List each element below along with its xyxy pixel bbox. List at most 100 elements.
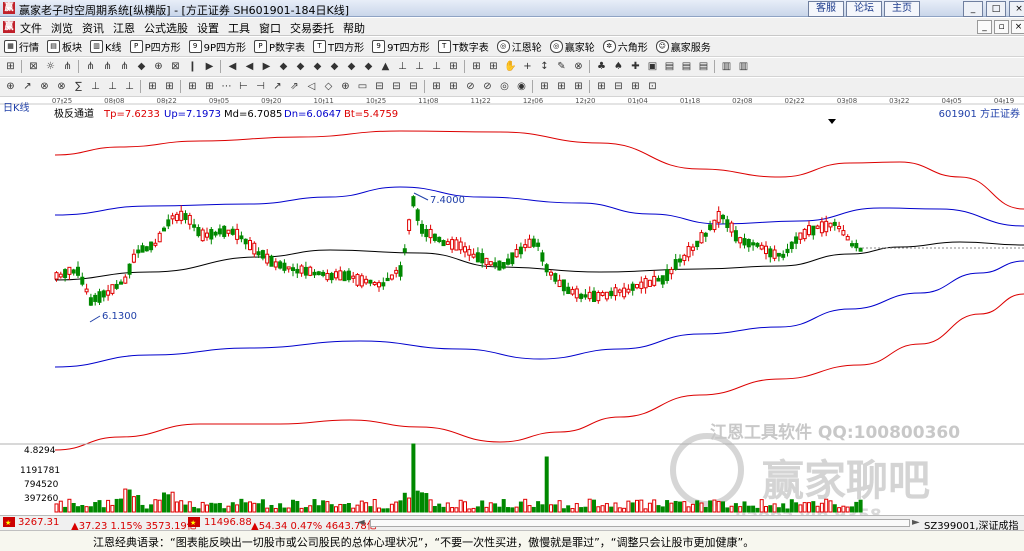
menu-formula[interactable]: 公式选股 [144, 20, 188, 36]
draw-tool-icon[interactable]: ◆ [311, 60, 324, 73]
dropdown-arrow-icon[interactable] [828, 119, 836, 124]
draw-tool-icon[interactable]: ◆ [277, 60, 290, 73]
draw-tool-icon[interactable]: ∑ [72, 80, 85, 93]
draw-tool-icon[interactable]: ✋ [504, 60, 517, 73]
draw-tool-icon[interactable]: ⊟ [373, 80, 386, 93]
ticker-scrollbar[interactable] [370, 519, 910, 527]
scroll-right-icon[interactable]: ► [912, 517, 920, 528]
draw-tool-icon[interactable]: ◀ [243, 60, 256, 73]
draw-tool-icon[interactable]: ⊣ [254, 80, 267, 93]
draw-tool-icon[interactable]: ⊠ [169, 60, 182, 73]
draw-tool-icon[interactable]: ◆ [345, 60, 358, 73]
draw-tool-icon[interactable]: ◀ [226, 60, 239, 73]
draw-tool-icon[interactable]: ❙ [186, 60, 199, 73]
draw-tool-icon[interactable]: ▤ [663, 60, 676, 73]
draw-tool-icon[interactable]: ▭ [356, 80, 369, 93]
kline-chart[interactable]: 江恩工具软件 QQ:100800360 赢家聊吧 jiaoba vip 9358… [0, 97, 1024, 526]
draw-tool-icon[interactable]: ⊞ [146, 80, 159, 93]
draw-tool-icon[interactable]: ↕ [538, 60, 551, 73]
draw-tool-icon[interactable]: ⊞ [447, 80, 460, 93]
draw-tool-icon[interactable]: ⊥ [123, 80, 136, 93]
draw-tool-icon[interactable]: + [521, 60, 534, 73]
scroll-left-icon[interactable]: ◄ [357, 517, 365, 528]
menu-settings[interactable]: 设置 [197, 20, 219, 36]
draw-tool-icon[interactable]: ⊡ [646, 80, 659, 93]
draw-tool-icon[interactable]: ▤ [680, 60, 693, 73]
draw-tool-icon[interactable]: ⊥ [396, 60, 409, 73]
draw-tool-icon[interactable]: ↗ [21, 80, 34, 93]
draw-tool-icon[interactable]: ◎ [498, 80, 511, 93]
draw-tool-icon[interactable]: ⊞ [163, 80, 176, 93]
draw-tool-icon[interactable]: ⊞ [4, 60, 17, 73]
tool-quotes[interactable]: ▦ 行情 [4, 39, 39, 54]
tool-winner-wheel[interactable]: ◎ 赢家轮 [549, 39, 595, 54]
draw-tool-icon[interactable]: ▶ [260, 60, 273, 73]
draw-tool-icon[interactable]: ⊗ [55, 80, 68, 93]
draw-tool-icon[interactable]: ⊥ [89, 80, 102, 93]
draw-tool-icon[interactable]: ⊞ [629, 80, 642, 93]
draw-tool-icon[interactable]: ⊞ [470, 60, 483, 73]
tool-t-square[interactable]: T T四方形 [313, 39, 364, 54]
draw-tool-icon[interactable]: ⊠ [27, 60, 40, 73]
draw-tool-icon[interactable]: ▣ [646, 60, 659, 73]
draw-tool-icon[interactable]: ⊞ [555, 80, 568, 93]
draw-tool-icon[interactable]: ⊕ [4, 80, 17, 93]
draw-tool-icon[interactable]: ☼ [44, 60, 57, 73]
menu-tools[interactable]: 工具 [228, 20, 250, 36]
maximize-icon[interactable]: □ [986, 1, 1006, 17]
tool-gann-wheel[interactable]: ◎ 江恩轮 [496, 39, 542, 54]
draw-tool-icon[interactable]: ⊥ [106, 80, 119, 93]
draw-tool-icon[interactable]: ◆ [294, 60, 307, 73]
draw-tool-icon[interactable]: ⊟ [612, 80, 625, 93]
draw-tool-icon[interactable]: ↗ [271, 80, 284, 93]
draw-tool-icon[interactable]: ⊟ [407, 80, 420, 93]
draw-tool-icon[interactable]: ⋯ [220, 80, 233, 93]
tool-kline[interactable]: ▥ K线 [90, 39, 122, 54]
draw-tool-icon[interactable]: ◉ [515, 80, 528, 93]
draw-tool-icon[interactable]: ♣ [595, 60, 608, 73]
draw-tool-icon[interactable]: ⊞ [487, 60, 500, 73]
tool-p-table[interactable]: P P数字表 [254, 39, 305, 54]
draw-tool-icon[interactable]: ◁ [305, 80, 318, 93]
tool-9p-square[interactable]: 9 9P四方形 [188, 39, 246, 54]
draw-tool-icon[interactable]: ⊞ [572, 80, 585, 93]
tool-p-square[interactable]: P P四方形 [129, 39, 181, 54]
draw-tool-icon[interactable]: ⋔ [61, 60, 74, 73]
tool-hexagon[interactable]: ✲ 六角形 [602, 39, 648, 54]
draw-tool-icon[interactable]: ◆ [328, 60, 341, 73]
menu-help[interactable]: 帮助 [343, 20, 365, 36]
draw-tool-icon[interactable]: ▥ [737, 60, 750, 73]
draw-tool-icon[interactable]: ⋔ [84, 60, 97, 73]
tool-service[interactable]: ☺ 赢家服务 [655, 39, 711, 54]
draw-tool-icon[interactable]: ⊕ [339, 80, 352, 93]
draw-tool-icon[interactable]: ⊞ [430, 80, 443, 93]
draw-tool-icon[interactable]: ✚ [629, 60, 642, 73]
draw-tool-icon[interactable]: ⋔ [118, 60, 131, 73]
tool-9t-square[interactable]: 9 9T四方形 [372, 39, 430, 54]
chart-area[interactable]: 江恩工具软件 QQ:100800360 赢家聊吧 jiaoba vip 9358… [0, 97, 1024, 526]
draw-tool-icon[interactable]: ⊞ [538, 80, 551, 93]
draw-tool-icon[interactable]: ◆ [135, 60, 148, 73]
mdi-restore-icon[interactable]: ▫ [994, 20, 1009, 34]
draw-tool-icon[interactable]: ⊟ [390, 80, 403, 93]
menu-trade[interactable]: 交易委托 [290, 20, 334, 36]
draw-tool-icon[interactable]: ✎ [555, 60, 568, 73]
draw-tool-icon[interactable]: ⋔ [101, 60, 114, 73]
draw-tool-icon[interactable]: ◆ [362, 60, 375, 73]
menu-window[interactable]: 窗口 [259, 20, 281, 36]
draw-tool-icon[interactable]: ⊞ [447, 60, 460, 73]
draw-tool-icon[interactable]: ⊞ [203, 80, 216, 93]
draw-tool-icon[interactable]: ⊞ [186, 80, 199, 93]
link-home[interactable]: 主页 [884, 1, 920, 17]
minimize-icon[interactable]: _ [963, 1, 983, 17]
draw-tool-icon[interactable]: ▤ [697, 60, 710, 73]
draw-tool-icon[interactable]: ▶ [203, 60, 216, 73]
draw-tool-icon[interactable]: ⊗ [572, 60, 585, 73]
draw-tool-icon[interactable]: ▥ [720, 60, 733, 73]
draw-tool-icon[interactable]: ⊘ [481, 80, 494, 93]
draw-tool-icon[interactable]: ⊥ [430, 60, 443, 73]
draw-tool-icon[interactable]: ⊕ [152, 60, 165, 73]
draw-tool-icon[interactable]: ⊗ [38, 80, 51, 93]
draw-tool-icon[interactable]: ⊥ [413, 60, 426, 73]
tool-sector[interactable]: ▤ 板块 [47, 39, 82, 54]
